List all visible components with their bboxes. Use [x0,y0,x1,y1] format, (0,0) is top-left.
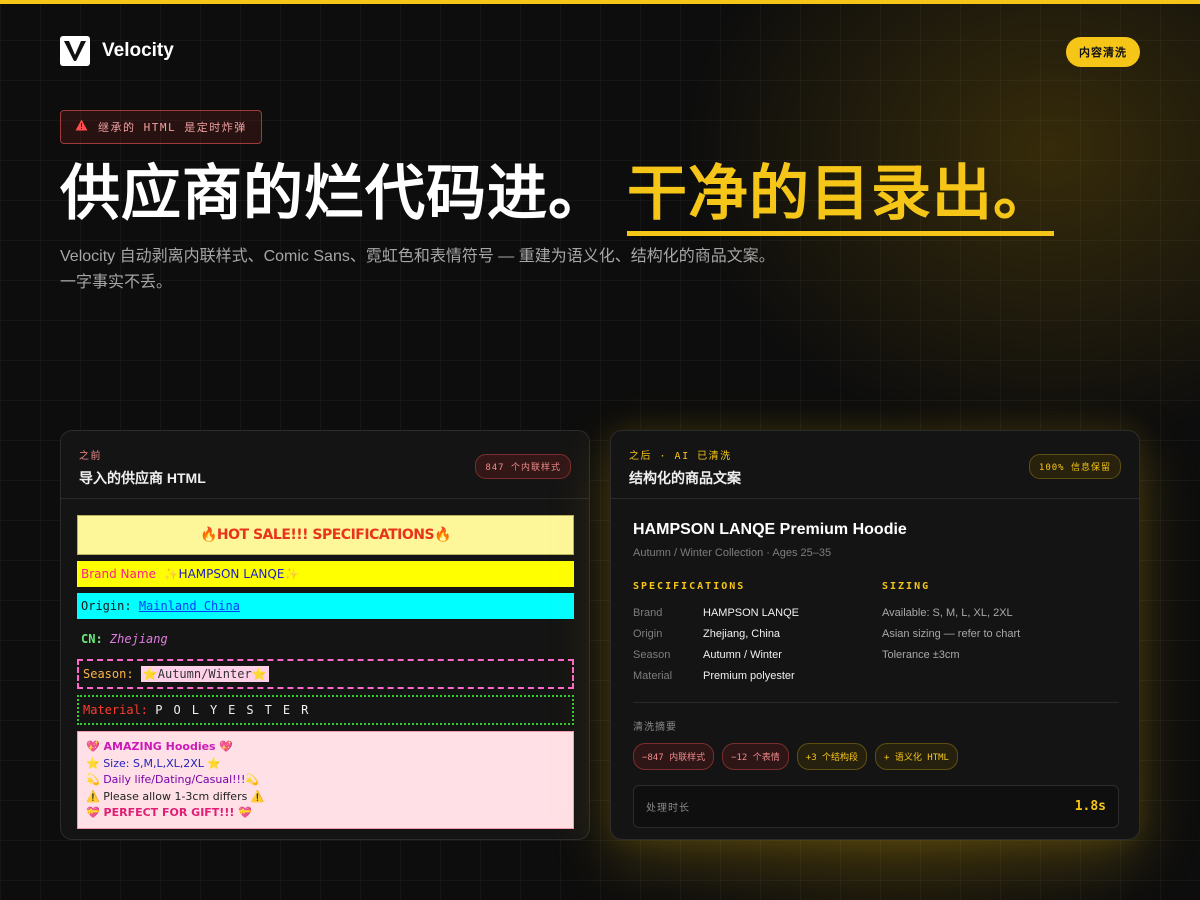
inline-styles-badge: 847 个内联样式 [475,454,571,479]
warning-chip: 继承的 HTML 是定时炸弹 [60,110,262,144]
origin-key: Origin: [81,599,132,613]
cn-row: CN: Zhejiang [77,625,574,653]
chip-semantic-html: + 语义化 HTML [875,743,958,770]
specifications-column: SPECIFICATIONS Brand HAMPSON LANQE Origin… [633,581,882,686]
after-card: 之后 · AI 已清洗 结构化的商品文案 100% 信息保留 HAMPSON L… [610,430,1140,840]
chip-removed-inline-styles: −847 内联样式 [633,743,715,770]
material-row: Material: POLYESTER [77,695,574,725]
sizing-line: Asian sizing — refer to chart [882,627,1021,640]
info-retained-badge: 100% 信息保留 [1028,454,1121,479]
hero-subtitle: Velocity 自动剥离内联样式、Comic Sans、霓虹色和表情符号 — … [60,248,775,291]
spec-key: Origin [633,627,663,640]
chip-added-sections: +3 个结构段 [796,743,868,770]
specifications-heading: SPECIFICATIONS [633,581,746,592]
sizing-column: SIZING Available: S, M, L, XL, 2XL Asian… [882,581,1119,686]
spec-value: HAMPSON LANQE [703,606,799,619]
brand-name: Velocity [102,40,174,61]
promo-line: 💫 Daily life/Dating/Casual!!!💫 [86,773,260,786]
before-card: 之前 导入的供应商 HTML 847 个内联样式 🔥HOT SALE!!! SP… [60,430,590,840]
spec-row: Brand HAMPSON LANQE [633,602,882,623]
processing-time-label: 处理时长 [646,803,690,814]
material-key: Material: [83,703,149,717]
after-card-header: 之后 · AI 已清洗 结构化的商品文案 100% 信息保留 [611,431,1139,499]
before-card-header: 之前 导入的供应商 HTML 847 个内联样式 [61,431,589,499]
hero-title-main: 供应商的烂代码进。 [60,160,609,227]
hero-title: 供应商的烂代码进。 干净的目录出。 [60,158,1054,236]
chip-removed-emojis: −12 个表情 [722,743,789,770]
origin-link[interactable]: Mainland China [139,599,240,613]
brand-key: Brand Name [81,567,156,581]
processing-time-box: 处理时长 1.8s [633,785,1119,828]
material-value: POLYESTER [155,703,320,717]
supplier-html-preview: 🔥HOT SALE!!! SPECIFICATIONS🔥 Brand Name … [77,515,574,829]
velocity-v-logo-icon [60,36,90,66]
promo-box: 💖 AMAZING Hoodies 💖 ⭐ Size: S,M,L,XL,2XL… [77,731,574,829]
season-value: ⭐Autumn/Winter⭐ [140,666,269,682]
spec-key: Season [633,648,671,661]
content-cleaning-pill[interactable]: 内容清洗 [1066,37,1140,67]
sizing-line: Available: S, M, L, XL, 2XL [882,606,1013,619]
brand-logo[interactable]: Velocity [60,36,174,66]
origin-row: Origin: Mainland China [77,593,574,619]
spec-columns: SPECIFICATIONS Brand HAMPSON LANQE Origin… [633,581,1119,686]
spec-key: Brand [633,606,663,619]
spec-value: Autumn / Winter [703,648,782,661]
promo-line: 💝 PERFECT FOR GIFT!!! 💝 [86,806,252,819]
processing-time-value: 1.8s [1074,799,1106,814]
brand-value: ✨HAMPSON LANQE✨ [163,567,300,581]
promo-line: ⚠️ Please allow 1-3cm differs ⚠️ [86,789,265,803]
spec-value: Zhejiang, China [703,627,781,640]
warning-text: 继承的 HTML 是定时炸弹 [98,121,247,134]
hero-title-accent: 干净的目录出。 [627,158,1054,236]
sizing-heading: SIZING [882,581,931,592]
spec-row: Origin Zhejiang, China [633,623,882,644]
spec-row: Season Autumn / Winter [633,644,882,665]
spec-value: Premium polyester [703,669,795,682]
product-title: HAMPSON LANQE Premium Hoodie [633,521,907,538]
divider [633,702,1119,703]
promo-line: ⭐ Size: S,M,L,XL,2XL ⭐ [86,756,222,770]
brand-row: Brand Name ✨HAMPSON LANQE✨ [77,561,574,587]
promo-line: 💖 AMAZING Hoodies 💖 [86,740,234,753]
product-subtitle: Autumn / Winter Collection · Ages 25–35 [633,547,832,559]
cn-value: Zhejiang [109,632,168,646]
cn-key: CN: [81,632,103,646]
season-row: Season: ⭐Autumn/Winter⭐ [77,659,574,689]
summary-chips: −847 内联样式 −12 个表情 +3 个结构段 + 语义化 HTML [633,743,1119,770]
accent-top-bar [0,0,1200,4]
spec-row: Material Premium polyester [633,665,882,686]
cleaning-summary-label: 清洗摘要 [633,722,677,733]
sizing-line: Tolerance ±3cm [882,648,960,661]
spec-key: Material [633,669,673,682]
warning-triangle-icon [75,118,88,136]
hot-sale-banner: 🔥HOT SALE!!! SPECIFICATIONS🔥 [77,515,574,555]
clean-catalog-copy: HAMPSON LANQE Premium Hoodie Autumn / Wi… [633,521,1119,828]
season-key: Season: [83,667,134,681]
